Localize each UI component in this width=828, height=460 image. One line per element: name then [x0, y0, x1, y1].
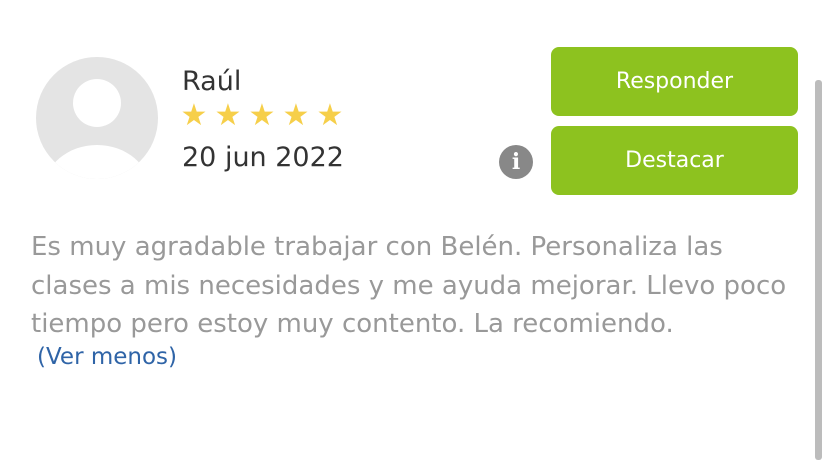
- star-icon: ★: [180, 98, 208, 133]
- star-icon: ★: [316, 98, 344, 133]
- star-icon: ★: [282, 98, 310, 133]
- scrollbar[interactable]: [815, 80, 822, 460]
- star-icon: ★: [248, 98, 276, 133]
- info-icon[interactable]: i: [499, 145, 533, 179]
- review-date: 20 jun 2022: [182, 142, 344, 173]
- avatar: [36, 57, 158, 179]
- star-rating: ★ ★ ★ ★ ★: [180, 98, 344, 133]
- reviewer-name: Raúl: [182, 66, 242, 97]
- see-less-link[interactable]: (Ver menos): [37, 344, 177, 370]
- respond-button[interactable]: Responder: [551, 47, 798, 116]
- star-icon: ★: [214, 98, 242, 133]
- review-card: Raúl ★ ★ ★ ★ ★ 20 jun 2022 i Responder D…: [0, 0, 828, 460]
- avatar-body: [44, 145, 150, 179]
- avatar-head: [73, 79, 121, 127]
- review-text: Es muy agradable trabajar con Belén. Per…: [31, 232, 787, 339]
- feature-button[interactable]: Destacar: [551, 126, 798, 195]
